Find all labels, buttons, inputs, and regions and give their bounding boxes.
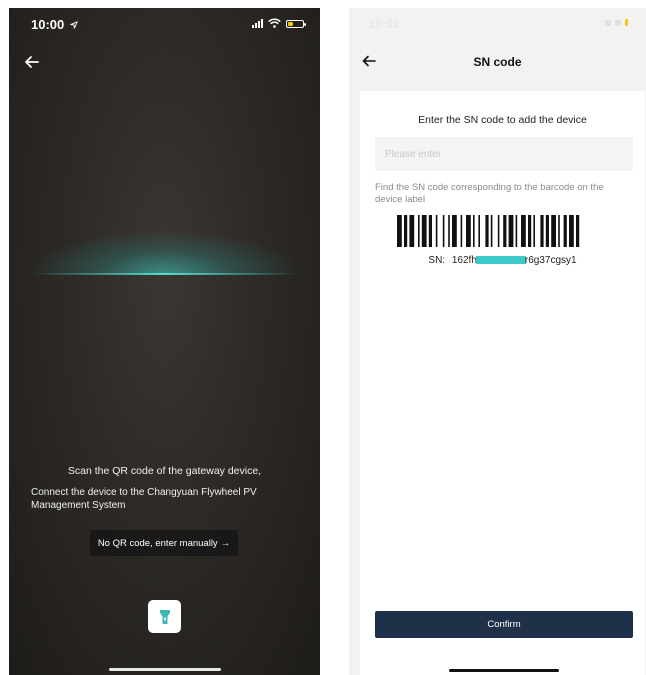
scan-instruction-primary: Scan the QR code of the gateway device, xyxy=(67,465,262,477)
status-time: 10:00 xyxy=(31,17,78,32)
back-arrow-icon[interactable] xyxy=(22,52,42,72)
sn-label: SN: xyxy=(428,255,446,266)
scan-instruction-secondary: Connect the device to the Changyuan Flyw… xyxy=(31,487,257,511)
scan-line xyxy=(33,273,297,275)
redaction-mark xyxy=(475,256,526,265)
page-title: SN code xyxy=(473,55,522,69)
enter-manually-button[interactable]: No QR code, enter manually → xyxy=(90,530,238,556)
sn-value-suffix: r6g37cgsy1 xyxy=(524,255,577,266)
status-bar: 10:00 xyxy=(9,8,320,40)
home-indicator xyxy=(449,669,559,672)
battery-icon xyxy=(625,19,628,26)
wifi-icon xyxy=(615,19,621,26)
wifi-icon xyxy=(268,18,281,28)
location-arrow-icon xyxy=(70,21,78,29)
status-icons xyxy=(605,19,628,26)
sn-code-screen: 10:01 SN code Enter the SN code to add t… xyxy=(349,8,646,675)
sn-hint: Find the SN code corresponding to the ba… xyxy=(375,182,604,205)
status-icons xyxy=(252,18,306,28)
flashlight-icon xyxy=(159,609,170,624)
status-bar: 10:01 xyxy=(349,8,646,38)
nav-header: SN code xyxy=(349,48,646,78)
sn-entry-card: Enter the SN code to add the device Find… xyxy=(360,91,645,675)
sn-input[interactable] xyxy=(375,137,633,171)
confirm-button[interactable]: Confirm xyxy=(375,611,633,638)
flashlight-button[interactable] xyxy=(148,600,181,633)
status-time-text: 10:00 xyxy=(31,17,65,32)
signal-icon xyxy=(252,18,263,28)
signal-icon xyxy=(605,19,611,26)
battery-icon xyxy=(286,20,306,28)
enter-manually-label: No QR code, enter manually xyxy=(97,537,218,549)
status-time: 10:01 xyxy=(369,17,400,31)
qr-scanner-screen: 10:00 Scan the QR code of the gateway de… xyxy=(9,8,320,675)
sn-value-prefix: 162fh xyxy=(451,255,477,266)
arrow-right-icon: → xyxy=(220,537,231,549)
barcode-icon xyxy=(397,215,580,247)
home-indicator xyxy=(109,668,221,671)
sn-heading: Enter the SN code to add the device xyxy=(418,114,587,126)
sn-example-value: SN: 162fh r6g37cgsy1 xyxy=(360,255,645,266)
scan-line-glow xyxy=(29,230,301,274)
